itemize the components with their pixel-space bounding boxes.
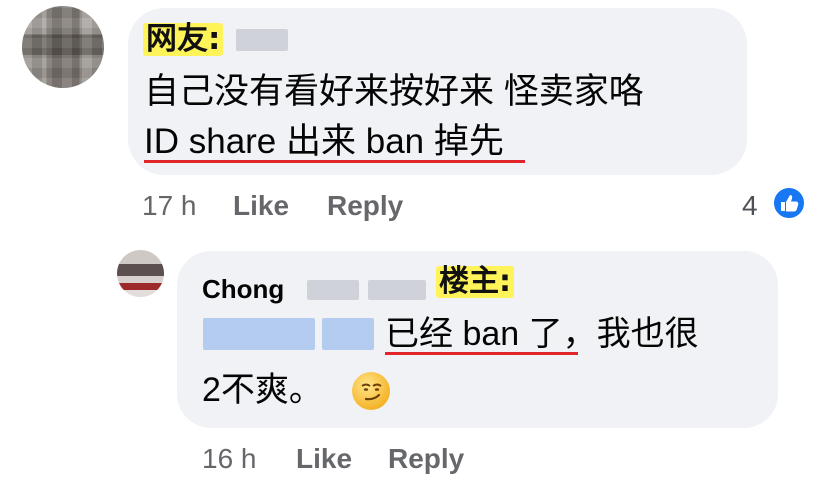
blurred-mention [322,318,374,350]
blurred-surname [307,280,359,300]
red-underline [144,160,525,163]
like-button[interactable]: Like [233,190,289,222]
smirk-emoji-icon [352,372,390,410]
author-label: 楼主: [436,266,514,298]
blurred-name [236,29,288,51]
blurred-mention [203,318,315,350]
comment-text-line2: ID share 出来 ban 掉先 [144,122,504,161]
reply-text-line1: 已经 ban 了，我也很 [385,315,699,353]
like-thumb-icon[interactable] [772,186,806,220]
reply-button[interactable]: Reply [388,443,464,475]
comment-timestamp: 17 h [142,190,197,221]
like-button[interactable]: Like [296,443,352,475]
comment-text-line1: 自己没有看好来按好来 怪卖家咯 [144,72,644,111]
reaction-count[interactable]: 4 [742,190,758,222]
reply-button[interactable]: Reply [327,190,403,222]
commenter-label: 网友: [143,23,224,56]
author-name[interactable]: Chong [202,274,284,305]
author-avatar[interactable] [117,250,164,297]
commenter-avatar[interactable] [22,6,104,88]
reply-timestamp: 16 h [202,443,257,474]
reply-text-line2: 2不爽。 [202,371,323,409]
red-underline [385,352,578,355]
blurred-surname [368,280,426,300]
